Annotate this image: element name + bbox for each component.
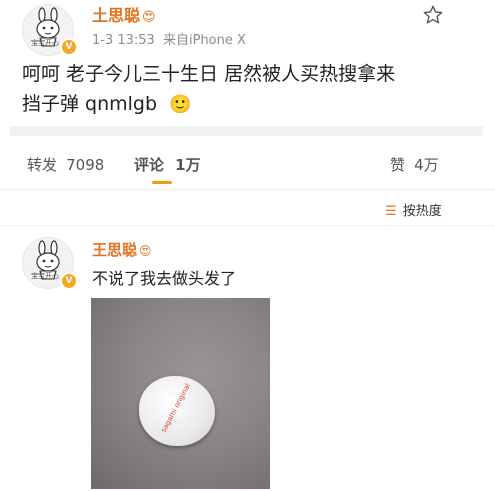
- tab-comments[interactable]: 评论 1万: [134, 154, 201, 175]
- post-time: 1-3 13:53: [92, 33, 155, 48]
- smile-emoji-icon: 🙂: [169, 94, 192, 115]
- comment-photo[interactable]: sagami original: [91, 298, 270, 489]
- sort-by-popularity-button[interactable]: ☰ 按热度: [385, 200, 442, 219]
- packet-label: sagami original: [159, 382, 193, 434]
- sort-divider: [0, 225, 495, 226]
- post-text-line-2: 挡子弹 qnmlgb 🙂: [22, 93, 192, 115]
- tab-likes[interactable]: 赞 4万: [390, 154, 439, 175]
- comment-text: 不说了我去做头发了: [92, 269, 237, 288]
- tab-repost[interactable]: 转发 7098: [27, 154, 104, 175]
- star-outline-icon[interactable]: [422, 4, 444, 30]
- heart-eyes-badge-icon: 😍: [142, 10, 156, 25]
- post-author-name[interactable]: 土思聪 😍: [92, 2, 156, 26]
- tabs-divider: [0, 189, 495, 190]
- verified-badge-icon: V: [60, 38, 78, 56]
- section-gap: [10, 126, 483, 136]
- comment-avatar-caption: 宝宝开心: [31, 272, 59, 280]
- post-text-line-1: 呵呵 老子今儿三十生日 居然被人买热搜拿来: [22, 63, 396, 85]
- post-meta: 1-3 13:53 来自iPhone X: [92, 29, 246, 48]
- avatar-caption: 宝宝开心: [31, 39, 59, 47]
- comment-verified-badge-icon: V: [60, 272, 78, 290]
- comment-author-name[interactable]: 王思聪 😍: [92, 239, 152, 260]
- heart-eyes-badge-icon: 😍: [139, 244, 152, 258]
- sort-lines-icon: ☰: [385, 204, 397, 219]
- post-source: 来自iPhone X: [162, 33, 246, 48]
- active-tab-underline: [152, 181, 172, 184]
- packet-in-photo: sagami original: [139, 376, 215, 446]
